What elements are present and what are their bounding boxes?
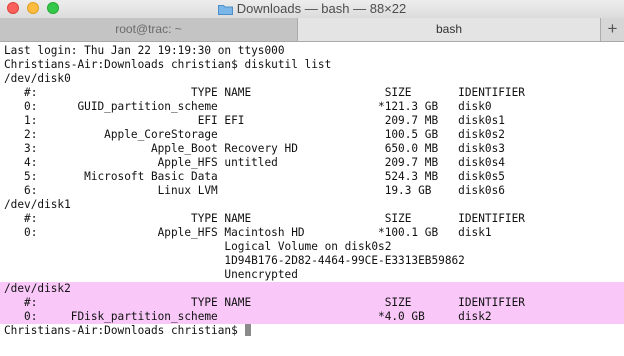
terminal-line: 5: Microsoft Basic Data 524.3 MB disk0s5	[4, 170, 624, 184]
terminal-line-text: 3: Apple_Boot Recovery HD 650.0 MB disk0…	[4, 142, 505, 155]
terminal-output[interactable]: Last login: Thu Jan 22 19:19:30 on ttys0…	[0, 42, 624, 356]
tab-label: bash	[435, 22, 463, 36]
folder-icon	[217, 4, 233, 15]
terminal-line: /dev/disk2	[0, 282, 624, 296]
terminal-line: /dev/disk1	[4, 198, 624, 212]
terminal-line-text: Christians-Air:Downloads christian$ disk…	[4, 58, 332, 71]
tab-label: root@trac: ~	[115, 22, 182, 36]
terminal-line-text: /dev/disk1	[4, 198, 71, 211]
terminal-line: Christians-Air:Downloads christian$ disk…	[4, 58, 624, 72]
tab-bash[interactable]: bash	[298, 18, 600, 41]
terminal-line-text: #: TYPE NAME SIZE IDENTIFIER	[4, 86, 525, 99]
terminal-line-text: 1D94B176-2D82-4464-99CE-E3313EB59862	[4, 254, 465, 267]
terminal-line-text: 6: Linux LVM 19.3 GB disk0s6	[4, 184, 505, 197]
terminal-line-text: 4: Apple_HFS untitled 209.7 MB disk0s4	[4, 156, 505, 169]
tab-root-trac[interactable]: root@trac: ~	[0, 18, 298, 41]
terminal-lines: Last login: Thu Jan 22 19:19:30 on ttys0…	[0, 44, 624, 338]
terminal-line: 1D94B176-2D82-4464-99CE-E3313EB59862	[4, 254, 624, 268]
terminal-line-text: /dev/disk2	[4, 282, 71, 295]
tab-bar: root@trac: ~ bash +	[0, 18, 624, 42]
text-cursor	[245, 324, 252, 336]
terminal-line: 6: Linux LVM 19.3 GB disk0s6	[4, 184, 624, 198]
terminal-line: #: TYPE NAME SIZE IDENTIFIER	[4, 86, 624, 100]
terminal-line-text: #: TYPE NAME SIZE IDENTIFIER	[4, 212, 525, 225]
terminal-line-text: Logical Volume on disk0s2	[4, 240, 392, 253]
terminal-line-text: 1: EFI EFI 209.7 MB disk0s1	[4, 114, 505, 127]
terminal-line: #: TYPE NAME SIZE IDENTIFIER	[0, 296, 624, 310]
terminal-line: 0: GUID_partition_scheme *121.3 GB disk0	[4, 100, 624, 114]
terminal-line-text: Christians-Air:Downloads christian$	[4, 324, 245, 337]
new-tab-button[interactable]: +	[600, 18, 624, 41]
terminal-line-text: /dev/disk0	[4, 72, 71, 85]
window-title: Downloads — bash — 88×22	[236, 1, 407, 16]
terminal-line-text: Unencrypted	[4, 268, 298, 281]
terminal-line-text: 5: Microsoft Basic Data 524.3 MB disk0s5	[4, 170, 505, 183]
terminal-line: Logical Volume on disk0s2	[4, 240, 624, 254]
terminal-line: 4: Apple_HFS untitled 209.7 MB disk0s4	[4, 156, 624, 170]
terminal-line: 2: Apple_CoreStorage 100.5 GB disk0s2	[4, 128, 624, 142]
terminal-line: 0: Apple_HFS Macintosh HD *100.1 GB disk…	[4, 226, 624, 240]
terminal-line-text: 2: Apple_CoreStorage 100.5 GB disk0s2	[4, 128, 505, 141]
terminal-line-text: Last login: Thu Jan 22 19:19:30 on ttys0…	[4, 44, 285, 57]
terminal-line: #: TYPE NAME SIZE IDENTIFIER	[4, 212, 624, 226]
window-title-area: Downloads — bash — 88×22	[0, 0, 624, 18]
terminal-line: Unencrypted	[4, 268, 624, 282]
terminal-line: 1: EFI EFI 209.7 MB disk0s1	[4, 114, 624, 128]
terminal-line-text: 0: Apple_HFS Macintosh HD *100.1 GB disk…	[4, 226, 492, 239]
terminal-line-text: 0: GUID_partition_scheme *121.3 GB disk0	[4, 100, 492, 113]
terminal-line: 0: FDisk_partition_scheme *4.0 GB disk2	[0, 310, 624, 324]
terminal-line-text: 0: FDisk_partition_scheme *4.0 GB disk2	[4, 310, 492, 323]
prompt-line: Christians-Air:Downloads christian$	[4, 324, 624, 338]
terminal-line: /dev/disk0	[4, 72, 624, 86]
plus-icon: +	[607, 19, 618, 38]
terminal-window: Downloads — bash — 88×22 root@trac: ~ ba…	[0, 0, 624, 356]
terminal-line: Last login: Thu Jan 22 19:19:30 on ttys0…	[4, 44, 624, 58]
terminal-line: 3: Apple_Boot Recovery HD 650.0 MB disk0…	[4, 142, 624, 156]
terminal-line-text: #: TYPE NAME SIZE IDENTIFIER	[4, 296, 525, 309]
title-bar[interactable]: Downloads — bash — 88×22	[0, 0, 624, 18]
